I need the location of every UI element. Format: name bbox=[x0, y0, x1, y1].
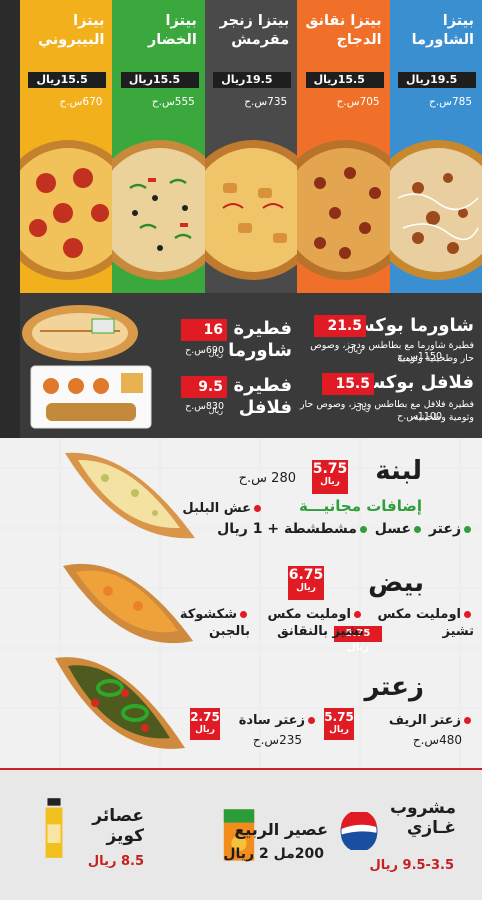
zaatar-title: زعتر bbox=[364, 672, 424, 702]
pizza-columns: بيتزا الشاورما 19.5ريال 785س.ح بيتزا نقان… bbox=[20, 0, 482, 293]
pizza-card-vegetable[interactable]: بيتزا الخضار 15.5ريال 555س.ح bbox=[112, 0, 205, 293]
falafel-box-price: 15.5 ريال bbox=[322, 373, 374, 412]
pizza-name: بيتزا زنجر مقرمش bbox=[219, 13, 290, 48]
fatira-falafel-title: فطيرة فلافل bbox=[233, 375, 293, 418]
box-meal-image bbox=[30, 365, 152, 429]
soda-title: مشروب غـازي bbox=[389, 798, 456, 838]
zaatar-rif-price: 5.75 ريال bbox=[324, 708, 354, 740]
juice-price: 8.5 ريال bbox=[87, 854, 144, 869]
pizza-calories: 705س.ح bbox=[336, 96, 380, 108]
pizza-card-chicken-sausage[interactable]: بيتزا نقانق الدجاج 15.5ريال 705س.ح bbox=[297, 0, 390, 293]
pizza-price: 19.5ريال bbox=[398, 72, 476, 88]
pizza-card-pepperoni[interactable]: بيتزا البيبروني 15.5ريال 670س.ح bbox=[20, 0, 113, 293]
pizza-image bbox=[112, 140, 205, 280]
pizza-price: 15.5ريال bbox=[305, 72, 384, 88]
juice-bottle-icon bbox=[45, 798, 63, 858]
shawarma-box-title: شاورما بوكس bbox=[349, 315, 474, 336]
eggs-item-omelette-cheese: اومليت مكس تشيز bbox=[377, 607, 474, 639]
zaatar-rif-name: زعتر الريف bbox=[389, 712, 474, 729]
combo-section: شاورما بوكس 21.5 ريال فطيرة شاورما مع بط… bbox=[20, 293, 482, 438]
pizza-image bbox=[204, 140, 298, 280]
pizza-name: بيتزا البيبروني bbox=[38, 13, 105, 48]
pizza-name: بيتزا الشاورما bbox=[411, 13, 474, 48]
menu-page: بيتزا الشاورما 19.5ريال 785س.ح بيتزا نقان… bbox=[0, 0, 482, 900]
juice-title: عصائر كويز bbox=[92, 806, 144, 846]
pizza-card-shawarma[interactable]: بيتزا الشاورما 19.5ريال 785س.ح bbox=[389, 0, 482, 293]
pizza-calories: 785س.ح bbox=[429, 96, 472, 108]
drinks-section: مشروب غـازي 9.5-3.5 ريال عصير الربيع 200م… bbox=[0, 768, 482, 900]
shawarma-box-price: 21.5 ريال bbox=[314, 315, 366, 354]
fatira-falafel-price: 9.5 ريال bbox=[181, 376, 227, 415]
pizza-calories: 555س.ح bbox=[151, 96, 195, 108]
soda-price: 9.5-3.5 ريال bbox=[369, 858, 454, 873]
zaatar-plain-calories: 235س.ح bbox=[252, 733, 302, 747]
falafel-box-desc: فطيرة فلافل مع بطاطس ودجز، وصوص حار وثوم… bbox=[299, 399, 474, 423]
rabea-title: عصير الربيع bbox=[234, 820, 328, 839]
labneh-calories: 280 س.ح bbox=[238, 471, 296, 486]
pizza-name: بيتزا نقانق الدجاج bbox=[305, 13, 382, 48]
pizza-card-zinger[interactable]: بيتزا زنجر مقرمش 19.5ريال 735س.ح bbox=[204, 0, 298, 293]
pepsi-logo-icon bbox=[340, 812, 378, 850]
pizza-image bbox=[297, 140, 390, 280]
labneh-free-additions-label: إضافات مجانيـــة bbox=[299, 497, 422, 515]
eggs-item-omelette-sausage: اومليت مكس تشيز بالنقانق bbox=[267, 607, 364, 639]
falafel-box-calories: 1100س.ح bbox=[397, 411, 442, 422]
fatira-shawarma-price: 16 ريال bbox=[181, 319, 227, 358]
rabea-sub: 200مل 2 ريال bbox=[223, 846, 324, 862]
pizza-price: 15.5ريال bbox=[28, 72, 107, 88]
pizza-price: 15.5ريال bbox=[120, 72, 199, 88]
shawarma-box-calories: 1150س.ح bbox=[397, 351, 442, 362]
fatira-shawarma-title: فطيرة شاورما bbox=[228, 318, 292, 361]
fatira-falafel-calories: 830س.ح bbox=[185, 401, 224, 412]
fatira-tray-image bbox=[22, 305, 138, 361]
labneh-fatira-image bbox=[65, 452, 195, 539]
labneh-item-ush-bulbul: عش البلبل bbox=[182, 500, 264, 517]
fatira-shawarma-calories: 690س.ح bbox=[185, 345, 224, 356]
eggs-item-shakshuka: شكشوكة بالجبن bbox=[179, 607, 250, 639]
pizza-image bbox=[20, 140, 113, 280]
eggs-title: بيض bbox=[368, 568, 424, 598]
pizza-name: بيتزا الخضار bbox=[147, 13, 197, 48]
labneh-title: لبنة bbox=[375, 456, 422, 486]
zaatar-plain-price: 2.75 ريال bbox=[190, 708, 220, 740]
fatayer-section: لبنة 5.75 ريال 280 س.ح إضافات مجانيـــة ع… bbox=[0, 438, 482, 768]
pizza-calories: 670س.ح bbox=[59, 96, 103, 108]
labneh-free-items: زعتر عسل مشطشطة + 1 ريال bbox=[217, 521, 474, 538]
labneh-price-tag: 5.75 ريال bbox=[312, 460, 348, 494]
zaatar-fatira-image bbox=[55, 657, 185, 749]
pizza-price: 19.5ريال bbox=[213, 72, 292, 88]
falafel-box-title: فلافل بوكس bbox=[360, 372, 474, 393]
pizza-calories: 735س.ح bbox=[244, 96, 288, 108]
zaatar-rif-calories: 480س.ح bbox=[412, 733, 462, 747]
eggs-price-tag: 6.75 ريال bbox=[288, 566, 324, 600]
zaatar-plain-name: زعتر سادة bbox=[239, 712, 318, 729]
shawarma-box-desc: فطيرة شاورما مع بطاطس ودجز، وصوص حار وطح… bbox=[310, 340, 474, 364]
pizza-image bbox=[389, 140, 482, 280]
